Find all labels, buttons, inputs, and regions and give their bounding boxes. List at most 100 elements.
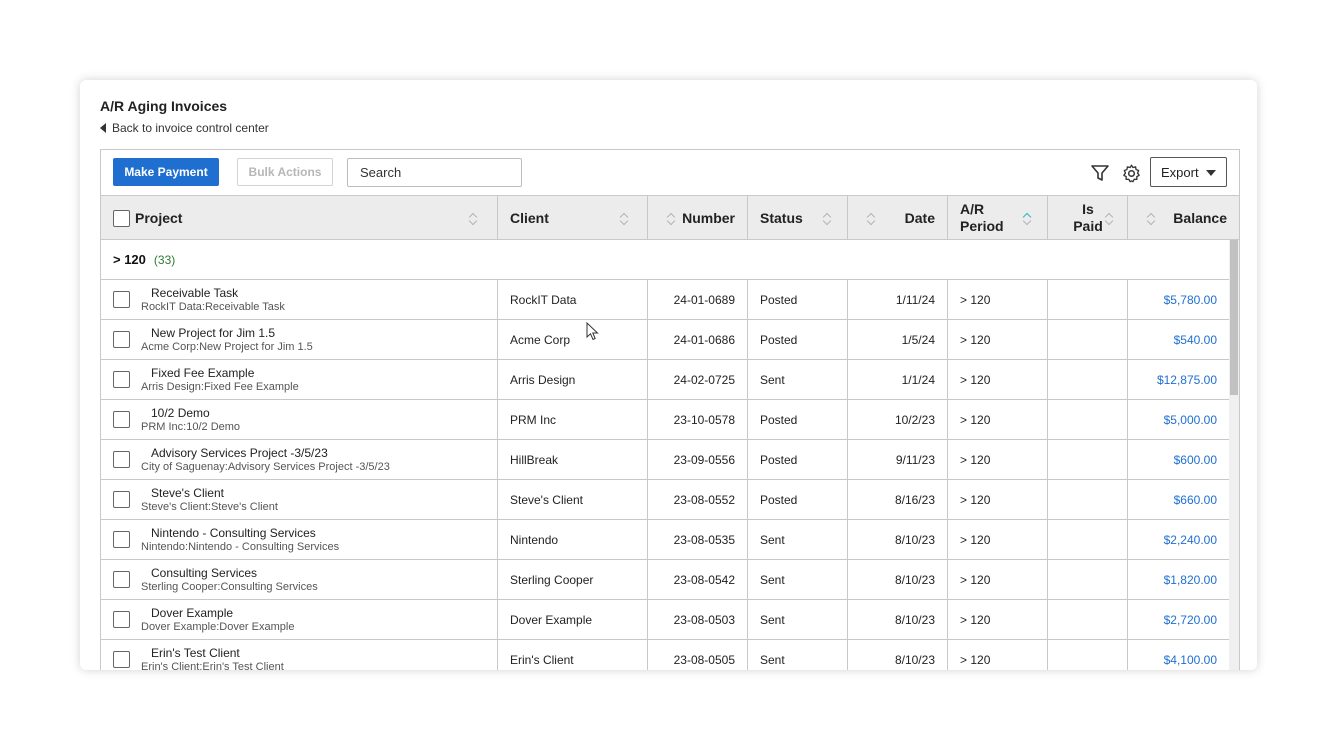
column-header-number[interactable]: Number bbox=[648, 196, 748, 239]
column-header-project[interactable]: Project bbox=[101, 196, 498, 239]
vertical-scrollbar[interactable] bbox=[1229, 240, 1239, 670]
status-cell: Posted bbox=[748, 280, 848, 319]
project-name: Advisory Services Project -3/5/23 bbox=[151, 446, 328, 460]
balance-cell[interactable]: $600.00 bbox=[1128, 440, 1229, 479]
sort-icon[interactable] bbox=[621, 212, 629, 226]
balance-cell[interactable]: $5,780.00 bbox=[1128, 280, 1229, 319]
date-cell: 8/10/23 bbox=[848, 640, 948, 670]
project-cell: Advisory Services Project -3/5/23 City of… bbox=[101, 440, 498, 479]
number-cell: 23-08-0535 bbox=[648, 520, 748, 559]
table-row[interactable]: Fixed Fee Example Arris Design:Fixed Fee … bbox=[101, 360, 1229, 400]
is-paid-cell bbox=[1048, 280, 1128, 319]
table-row[interactable]: Consulting Services Sterling Cooper:Consu… bbox=[101, 560, 1229, 600]
project-cell: Consulting Services Sterling Cooper:Consu… bbox=[101, 560, 498, 599]
table-row[interactable]: Receivable Task RockIT Data:Receivable Ta… bbox=[101, 280, 1229, 320]
back-link[interactable]: Back to invoice control center bbox=[100, 121, 269, 135]
search-input[interactable] bbox=[347, 158, 522, 187]
project-path: Dover Example:Dover Example bbox=[141, 621, 295, 633]
table-row[interactable]: Nintendo - Consulting Services Nintendo:N… bbox=[101, 520, 1229, 560]
status-cell: Sent bbox=[748, 520, 848, 559]
filter-icon[interactable] bbox=[1089, 162, 1111, 184]
column-header-date[interactable]: Date bbox=[848, 196, 948, 239]
table-header: Project Client Number Status Date A/R Pe… bbox=[101, 195, 1239, 240]
sort-active-icon[interactable] bbox=[1024, 212, 1032, 226]
row-checkbox[interactable] bbox=[113, 411, 130, 428]
row-checkbox[interactable] bbox=[113, 491, 130, 508]
status-cell: Posted bbox=[748, 440, 848, 479]
row-checkbox[interactable] bbox=[113, 571, 130, 588]
column-header-client[interactable]: Client bbox=[498, 196, 648, 239]
balance-cell[interactable]: $4,100.00 bbox=[1128, 640, 1229, 670]
column-header-is-paid[interactable]: Is Paid bbox=[1048, 196, 1128, 239]
is-paid-cell bbox=[1048, 560, 1128, 599]
row-checkbox[interactable] bbox=[113, 531, 130, 548]
column-header-balance[interactable]: Balance bbox=[1128, 196, 1239, 239]
date-cell: 8/10/23 bbox=[848, 560, 948, 599]
number-cell: 24-01-0689 bbox=[648, 280, 748, 319]
column-label-balance: Balance bbox=[1173, 209, 1227, 226]
row-checkbox[interactable] bbox=[113, 651, 130, 668]
sort-icon[interactable] bbox=[668, 212, 676, 226]
table-row[interactable]: New Project for Jim 1.5 Acme Corp:New Pro… bbox=[101, 320, 1229, 360]
project-name: Fixed Fee Example bbox=[151, 366, 255, 380]
status-cell: Sent bbox=[748, 640, 848, 670]
sort-icon[interactable] bbox=[470, 212, 478, 226]
date-cell: 8/16/23 bbox=[848, 480, 948, 519]
project-name: Receivable Task bbox=[151, 286, 239, 300]
client-cell: RockIT Data bbox=[498, 280, 648, 319]
table-row[interactable]: Dover Example Dover Example:Dover Example… bbox=[101, 600, 1229, 640]
sort-icon[interactable] bbox=[824, 212, 832, 226]
chevron-down-icon bbox=[1206, 170, 1216, 176]
table-row[interactable]: Steve's Client Steve's Client:Steve's Cli… bbox=[101, 480, 1229, 520]
balance-cell[interactable]: $1,820.00 bbox=[1128, 560, 1229, 599]
is-paid-cell bbox=[1048, 480, 1128, 519]
gear-icon[interactable] bbox=[1120, 162, 1142, 184]
project-path: Erin's Client:Erin's Test Client bbox=[141, 661, 284, 670]
group-row[interactable]: > 120 (33) bbox=[101, 240, 1229, 280]
balance-cell[interactable]: $2,720.00 bbox=[1128, 600, 1229, 639]
table-row[interactable]: Advisory Services Project -3/5/23 City of… bbox=[101, 440, 1229, 480]
number-cell: 23-08-0552 bbox=[648, 480, 748, 519]
make-payment-button[interactable]: Make Payment bbox=[113, 158, 219, 186]
project-name: New Project for Jim 1.5 bbox=[151, 326, 276, 340]
table-row[interactable]: Erin's Test Client Erin's Client:Erin's T… bbox=[101, 640, 1229, 670]
invoice-card: A/R Aging Invoices Back to invoice contr… bbox=[80, 80, 1257, 670]
project-name: Erin's Test Client bbox=[151, 646, 240, 660]
sort-icon[interactable] bbox=[868, 212, 876, 226]
number-cell: 24-01-0686 bbox=[648, 320, 748, 359]
is-paid-cell bbox=[1048, 320, 1128, 359]
balance-cell[interactable]: $2,240.00 bbox=[1128, 520, 1229, 559]
sort-icon[interactable] bbox=[1148, 212, 1156, 226]
table-row[interactable]: 10/2 Demo PRM Inc:10/2 Demo PRM Inc 23-10-0… bbox=[101, 400, 1229, 440]
project-name: Steve's Client bbox=[151, 486, 224, 500]
column-header-status[interactable]: Status bbox=[748, 196, 848, 239]
project-path: City of Saguenay:Advisory Services Proje… bbox=[141, 461, 390, 473]
row-checkbox[interactable] bbox=[113, 611, 130, 628]
status-cell: Sent bbox=[748, 600, 848, 639]
bulk-actions-button[interactable]: Bulk Actions bbox=[237, 158, 333, 186]
sort-icon[interactable] bbox=[1106, 212, 1114, 226]
row-checkbox[interactable] bbox=[113, 331, 130, 348]
balance-cell[interactable]: $540.00 bbox=[1128, 320, 1229, 359]
project-cell: Fixed Fee Example Arris Design:Fixed Fee … bbox=[101, 360, 498, 399]
date-cell: 1/5/24 bbox=[848, 320, 948, 359]
date-cell: 1/11/24 bbox=[848, 280, 948, 319]
row-checkbox[interactable] bbox=[113, 451, 130, 468]
ar-period-cell: > 120 bbox=[948, 400, 1048, 439]
scroll-thumb[interactable] bbox=[1230, 240, 1238, 395]
client-cell: Sterling Cooper bbox=[498, 560, 648, 599]
ar-period-cell: > 120 bbox=[948, 480, 1048, 519]
date-cell: 8/10/23 bbox=[848, 600, 948, 639]
export-button[interactable]: Export bbox=[1150, 157, 1227, 187]
balance-cell[interactable]: $660.00 bbox=[1128, 480, 1229, 519]
is-paid-cell bbox=[1048, 520, 1128, 559]
select-all-checkbox[interactable] bbox=[113, 210, 130, 227]
project-path: PRM Inc:10/2 Demo bbox=[141, 421, 241, 433]
balance-cell[interactable]: $12,875.00 bbox=[1128, 360, 1229, 399]
row-checkbox[interactable] bbox=[113, 291, 130, 308]
row-checkbox[interactable] bbox=[113, 371, 130, 388]
client-cell: Dover Example bbox=[498, 600, 648, 639]
column-header-ar-period[interactable]: A/R Period bbox=[948, 196, 1048, 239]
mouse-cursor-icon bbox=[586, 322, 599, 341]
balance-cell[interactable]: $5,000.00 bbox=[1128, 400, 1229, 439]
